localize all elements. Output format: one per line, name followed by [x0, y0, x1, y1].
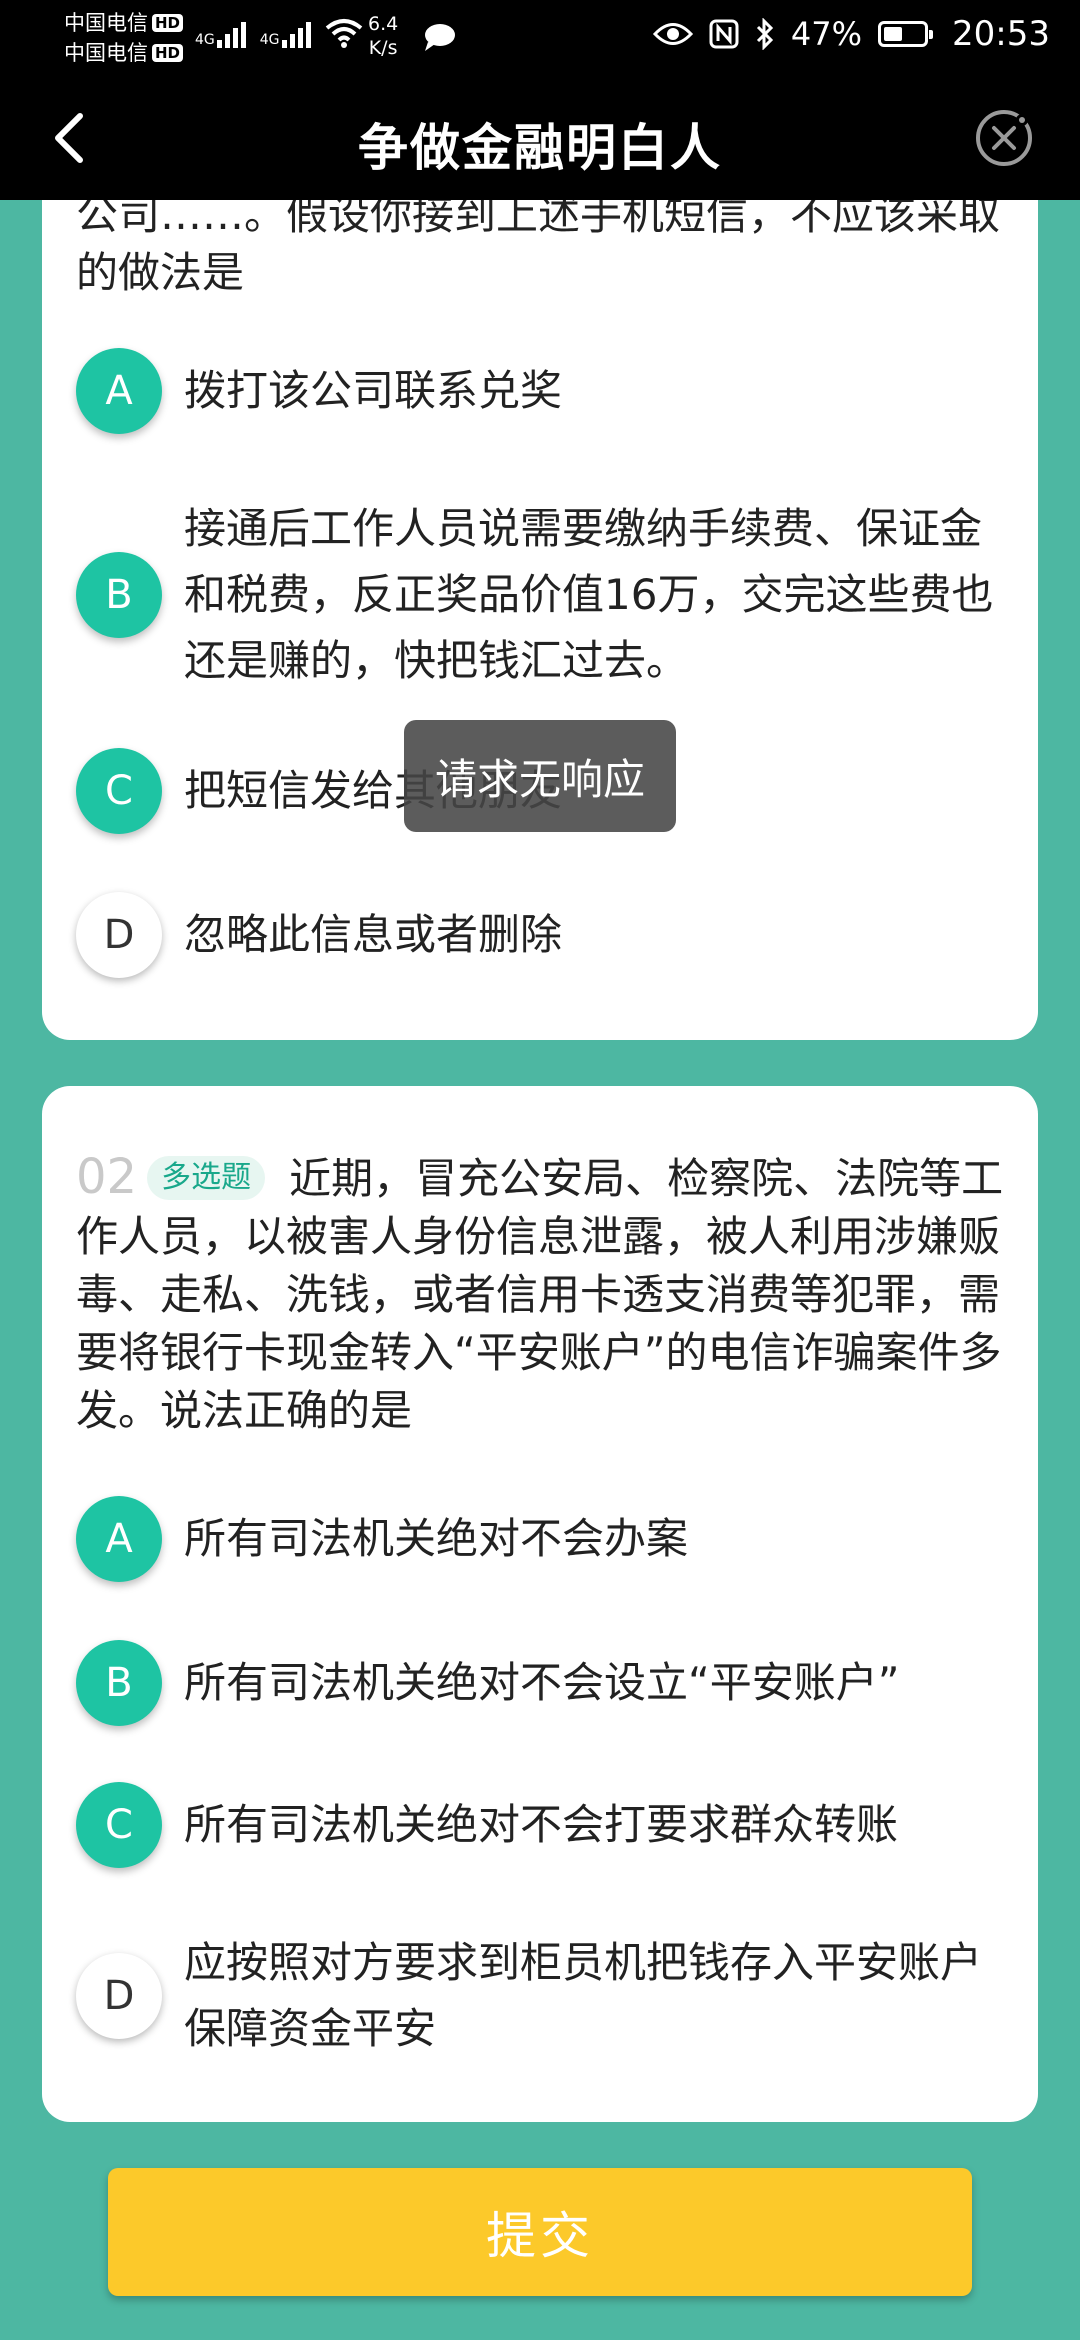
question-card-1: 公司……。假设你接到上述手机短信，不应该采取的做法是 A 拨打该公司联系兑奖 B… — [42, 130, 1038, 1040]
q2-option-d-text: 应按照对方要求到柜员机把钱存入平安账户保障资金平安 — [184, 1938, 983, 2053]
q1-option-b-text: 接通后工作人员说需要缴纳手续费、保证金和税费，反正奖品价值16万，交完这些费也还… — [184, 504, 994, 685]
bluetooth-icon — [756, 18, 774, 50]
clock: 20:53 — [952, 14, 1050, 54]
q1-option-b[interactable]: B 接通后工作人员说需要缴纳手续费、保证金和税费，反正奖品价值16万，交完这些费… — [76, 496, 1018, 694]
q2-option-b-text: 所有司法机关绝对不会设立“平安账户” — [184, 1658, 900, 1707]
question-type-tag: 多选题 — [147, 1156, 266, 1200]
carrier-2: 中国电信 — [64, 41, 148, 65]
question-number: 02 — [76, 1149, 138, 1205]
hd-badge-2: HD — [152, 44, 184, 62]
q2-option-d-circle[interactable]: D — [76, 1953, 162, 2039]
q2-option-a-text: 所有司法机关绝对不会办案 — [184, 1514, 689, 1563]
q1-option-b-circle[interactable]: B — [76, 552, 162, 638]
net-type-2: 4G — [259, 32, 280, 48]
q2-option-a-circle[interactable]: A — [76, 1496, 162, 1582]
battery-percent: 47% — [790, 15, 863, 53]
signal-icon — [281, 22, 311, 48]
close-icon[interactable] — [972, 106, 1036, 170]
submit-button[interactable]: 提交 — [108, 2168, 972, 2296]
toast-message: 请求无响应 — [404, 720, 676, 832]
q2-option-b[interactable]: B 所有司法机关绝对不会设立“平安账户” — [76, 1640, 1018, 1726]
status-right: 47% 20:53 — [652, 14, 1050, 54]
q1-option-a-text: 拨打该公司联系兑奖 — [184, 366, 563, 415]
signal-icon — [216, 22, 246, 48]
carrier-1: 中国电信 — [64, 11, 148, 35]
status-bar: 中国电信 HD 中国电信 HD 4G 4G 6.4 K/s 47% 20:53 — [0, 0, 1080, 78]
q1-option-a[interactable]: A 拨打该公司联系兑奖 — [76, 348, 1018, 434]
q1-option-d-text: 忽略此信息或者删除 — [184, 910, 563, 959]
net-type-1: 4G — [195, 32, 215, 48]
q2-option-b-circle[interactable]: B — [76, 1640, 162, 1726]
q2-option-c[interactable]: C 所有司法机关绝对不会打要求群众转账 — [76, 1782, 1018, 1868]
question-card-2: 02 多选题 近期，冒充公安局、检察院、法院等工作人员，以被害人身份信息泄露，被人利… — [42, 1086, 1038, 2122]
eye-icon — [652, 23, 693, 45]
q1-option-c-circle[interactable]: C — [76, 748, 162, 834]
battery-icon — [878, 21, 934, 47]
chat-bubble-icon — [425, 24, 455, 51]
navigation-bar: 争做金融明白人 — [0, 78, 1080, 200]
question-2-text-block: 02 多选题 近期，冒充公安局、检察院、法院等工作人员，以被害人身份信息泄露，被人利… — [76, 1148, 1004, 1440]
network-indicators: 4G 4G — [195, 18, 363, 48]
speed-unit: K/s — [368, 37, 398, 59]
wifi-icon — [325, 19, 362, 48]
q1-option-a-circle[interactable]: A — [76, 348, 162, 434]
q1-option-d-circle[interactable]: D — [76, 892, 162, 978]
speed-value: 6.4 — [368, 13, 399, 35]
q2-option-a[interactable]: A 所有司法机关绝对不会办案 — [76, 1496, 1018, 1582]
q2-option-c-text: 所有司法机关绝对不会打要求群众转账 — [184, 1800, 899, 1849]
q1-option-d[interactable]: D 忽略此信息或者删除 — [76, 892, 1018, 978]
q2-option-c-circle[interactable]: C — [76, 1782, 162, 1868]
page-title: 争做金融明白人 — [358, 119, 722, 177]
q2-option-d[interactable]: D 应按照对方要求到柜员机把钱存入平安账户保障资金平安 — [76, 1930, 1018, 2062]
hd-badge-1: HD — [152, 14, 184, 32]
carrier-info: 中国电信 HD 中国电信 HD — [64, 8, 184, 68]
question-1-text: 公司……。假设你接到上述手机短信，不应该采取的做法是 — [76, 190, 1001, 297]
network-speed: 6.4 K/s — [368, 12, 398, 60]
nfc-icon — [709, 19, 739, 49]
